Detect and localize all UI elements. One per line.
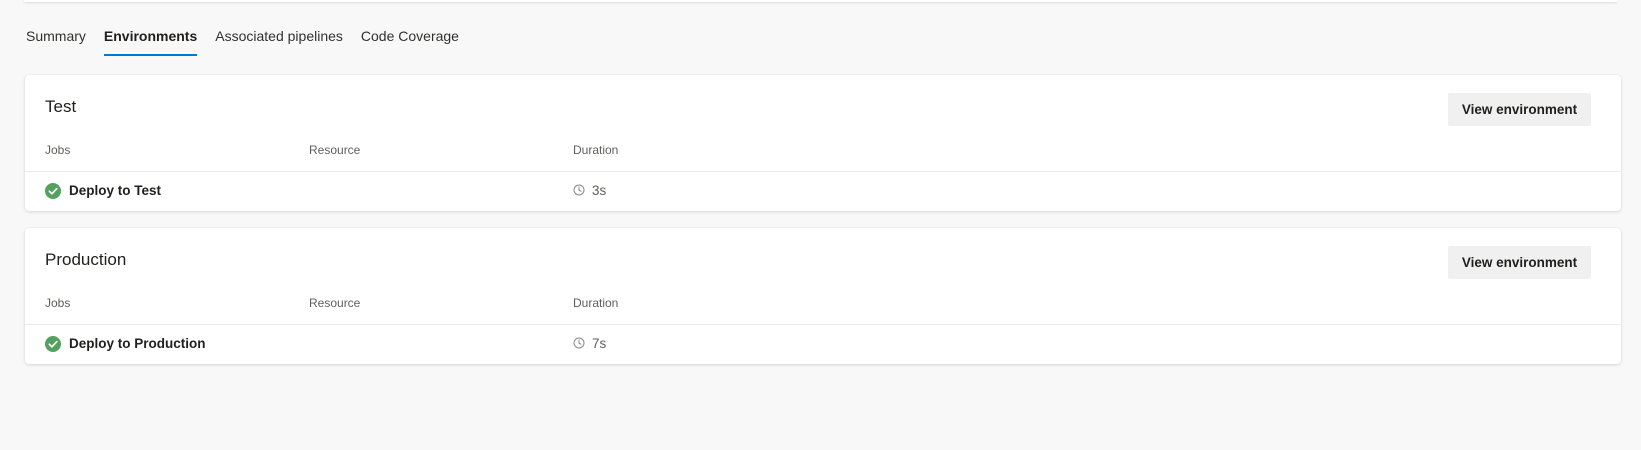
tab-code-coverage[interactable]: Code Coverage (361, 22, 459, 56)
job-duration: 3s (592, 183, 607, 198)
column-header-duration: Duration (573, 296, 619, 310)
tab-summary[interactable]: Summary (26, 22, 86, 56)
column-header-jobs: Jobs (45, 143, 71, 157)
column-header-jobs: Jobs (45, 296, 71, 310)
environment-card-test: Test View environment Jobs Resource Dura… (25, 75, 1621, 211)
header-card-edge (24, 0, 1617, 2)
environment-card-production: Production View environment Jobs Resourc… (25, 228, 1621, 364)
clock-icon (573, 337, 585, 349)
job-row[interactable]: Deploy to Production 7s (25, 325, 1621, 364)
job-duration: 7s (592, 336, 607, 351)
view-environment-button[interactable]: View environment (1448, 246, 1591, 279)
job-row[interactable]: Deploy to Test 3s (25, 172, 1621, 211)
job-name[interactable]: Deploy to Production (69, 336, 206, 351)
clock-icon (573, 184, 585, 196)
check-circle-icon (45, 183, 61, 199)
check-circle-icon (45, 336, 61, 352)
tab-bar: Summary Environments Associated pipeline… (26, 22, 477, 56)
column-header-duration: Duration (573, 143, 619, 157)
view-environment-button[interactable]: View environment (1448, 93, 1591, 126)
column-header-resource: Resource (309, 143, 361, 157)
environment-title: Production (45, 250, 127, 269)
tab-associated-pipelines[interactable]: Associated pipelines (215, 22, 343, 56)
job-name[interactable]: Deploy to Test (69, 183, 161, 198)
tab-environments[interactable]: Environments (103, 22, 198, 56)
environment-title: Test (45, 97, 77, 116)
column-header-resource: Resource (309, 296, 361, 310)
